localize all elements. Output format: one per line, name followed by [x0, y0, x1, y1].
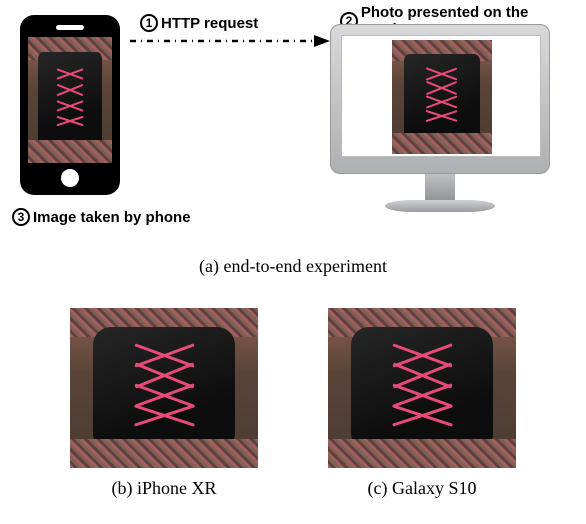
bag-laces	[391, 351, 454, 417]
top-diagram: 1 HTTP request 2 Photo presented on the …	[0, 0, 586, 240]
backpack-photo	[392, 40, 492, 154]
thumbnail-row: (b) iPhone XR (c) Galaxy S10	[0, 308, 586, 499]
phone-icon	[20, 15, 120, 195]
http-arrow	[130, 40, 330, 42]
backpack-photo	[70, 308, 258, 468]
step-number-3: 3	[12, 208, 30, 226]
monitor-screen	[341, 35, 541, 157]
bag-shape	[38, 52, 102, 145]
label-http-request: 1 HTTP request	[140, 14, 258, 32]
step-text-3: Image taken by phone	[33, 209, 191, 226]
monitor-foot	[385, 200, 495, 212]
monitor-icon	[330, 24, 550, 224]
thumb-iphone	[70, 308, 258, 468]
label-image-phone: 3 Image taken by phone	[12, 208, 191, 226]
bag-shape	[351, 327, 494, 445]
step-text-1: HTTP request	[161, 15, 258, 32]
monitor-body	[330, 24, 550, 174]
caption-b: (b) iPhone XR	[112, 478, 217, 499]
bag-laces	[425, 71, 458, 118]
thumb-galaxy	[328, 308, 516, 468]
bag-laces	[133, 351, 196, 417]
bag-shape	[404, 54, 480, 138]
monitor-stand	[425, 174, 455, 202]
step-number-1: 1	[140, 14, 158, 32]
backpack-photo	[328, 308, 516, 468]
thumb-col-c: (c) Galaxy S10	[328, 308, 516, 499]
phone-speaker	[56, 25, 84, 30]
bag-laces	[56, 71, 84, 123]
bag-shape	[93, 327, 236, 445]
backpack-photo	[28, 37, 112, 163]
phone-screen	[28, 37, 112, 163]
phone-home-button	[61, 169, 79, 187]
caption-c: (c) Galaxy S10	[368, 478, 477, 499]
thumb-col-b: (b) iPhone XR	[70, 308, 258, 499]
caption-a: (a) end-to-end experiment	[0, 256, 586, 277]
